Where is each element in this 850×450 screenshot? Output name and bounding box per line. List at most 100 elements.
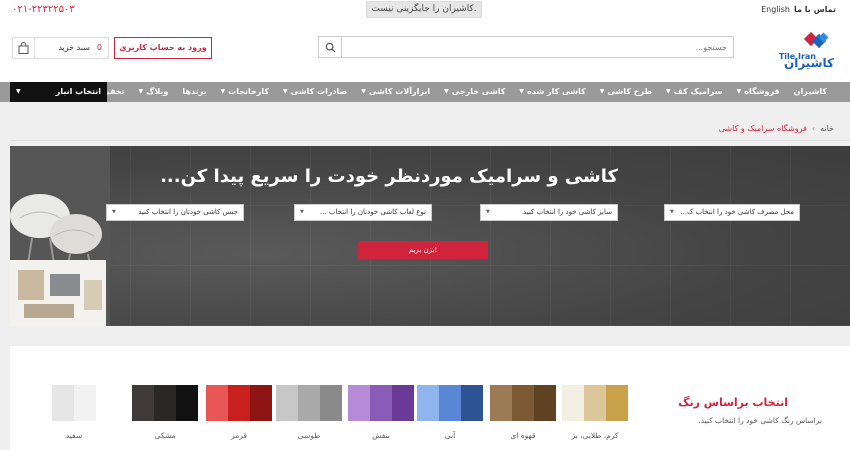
color-swatch[interactable]: سفید [52, 385, 96, 440]
color-swatch-label: مشکی [154, 431, 176, 440]
nav-item[interactable]: کارخانجات ▼ [214, 82, 276, 102]
glaze-select[interactable]: نوع لعاب کاشی خودتان را انتخاب ... ▼ [294, 204, 432, 221]
color-swatch-label: قهوه ای [510, 431, 536, 440]
contact-link[interactable]: تماس با ما [794, 5, 836, 14]
nav-item[interactable]: کاشی خارجی ▼ [437, 82, 512, 102]
material-select[interactable]: جنس کاشی خودتان را انتخاب کنید ▼ [106, 204, 244, 221]
color-chip [370, 385, 392, 421]
color-swatch-strip [562, 385, 628, 421]
color-chip [52, 385, 74, 421]
color-swatch-strip [52, 385, 96, 421]
color-chip [490, 385, 512, 421]
search-go-button[interactable]: بزن بریم! [358, 241, 488, 259]
chevron-down-icon: ▼ [112, 209, 116, 215]
nav-item-label: وبلاگ [146, 87, 169, 96]
chevron-down-icon: ▼ [670, 209, 674, 215]
search-input[interactable] [341, 37, 733, 57]
color-swatch-label: کرم، طلایی، بژ [571, 431, 619, 440]
usage-select-value: محل مصرف کاشی خود را انتخاب ک... [680, 208, 794, 216]
site-logo[interactable]: Tile Iran کاشیران [776, 32, 836, 72]
warehouse-label: انتخاب انبار [55, 87, 101, 96]
nav-item[interactable]: ابزارآلات کاشی ▼ [354, 82, 437, 102]
nav-item-label: برندها [182, 87, 207, 96]
divider [10, 140, 850, 141]
color-chip [132, 385, 154, 421]
color-chip [74, 385, 96, 421]
color-chip [298, 385, 320, 421]
hero-search-banner: کاشی و سرامیک موردنظر خودت را سریع پیدا … [10, 146, 850, 326]
chevron-down-icon: ▼ [361, 88, 366, 95]
glaze-select-value: نوع لعاب کاشی خودتان را انتخاب ... [319, 208, 426, 216]
search-button[interactable] [319, 37, 342, 57]
language-link[interactable]: English [761, 5, 790, 14]
header: Tile Iran کاشیران ورود به حساب کاربری سب… [0, 22, 850, 82]
color-chip [228, 385, 250, 421]
usage-select[interactable]: محل مصرف کاشی خود را انتخاب ک... ▼ [664, 204, 800, 221]
nav-item-label: صادرات کاشی [290, 87, 348, 96]
hero-heading: کاشی و سرامیک موردنظر خودت را سریع پیدا … [160, 166, 618, 187]
chevron-down-icon: ▼ [486, 209, 490, 215]
chevron-down-icon: ▼ [519, 88, 525, 95]
nav-item-label: کاشی خارجی [451, 87, 506, 96]
warehouse-select[interactable]: انتخاب انبار ▼ [10, 82, 107, 102]
color-swatch-strip [348, 385, 414, 421]
breadcrumb-separator: › [811, 124, 816, 133]
color-chip [392, 385, 414, 421]
color-swatch[interactable]: بنفش [348, 385, 414, 440]
color-swatch[interactable]: قهوه ای [490, 385, 556, 440]
breadcrumb-current[interactable]: فروشگاه سرامیک و کاشی [719, 124, 807, 133]
chevron-down-icon: ▼ [283, 88, 288, 95]
nav-item-label: سرامیک کف [673, 87, 723, 96]
nav-item[interactable]: وبلاگ ▼ [132, 82, 176, 102]
color-chip [584, 385, 606, 421]
color-swatch[interactable]: آبی [417, 385, 483, 440]
color-swatch-label: قرمز [231, 431, 247, 440]
breadcrumb-home[interactable]: خانه [820, 124, 834, 133]
nav-item[interactable]: فروشگاه ▼ [730, 82, 787, 102]
color-swatch-label: بنفش [372, 431, 390, 440]
logo-icon [803, 32, 829, 49]
search-box [318, 36, 734, 58]
nav-item-label: کاشیران [793, 87, 827, 96]
nav-item-label: فروشگاه [744, 87, 780, 96]
color-swatch-label: سفید [65, 431, 83, 440]
cart-button[interactable]: سبد خرید 0 [12, 37, 109, 59]
nav-item-label: طرح کاشی [607, 87, 652, 96]
color-swatch-strip [206, 385, 272, 421]
color-chip [206, 385, 228, 421]
login-button[interactable]: ورود به حساب کاربری [114, 37, 212, 59]
nav-item-label: کاشی کار شده [527, 87, 586, 96]
color-filter-title: انتخاب براساس رنگ [678, 396, 788, 409]
nav-item[interactable]: سرامیک کف ▼ [659, 82, 730, 102]
main-nav: کاشیران فروشگاه ▼ سرامیک کف ▼ طرح کاشی ▼ کاشی ک… [0, 82, 850, 102]
material-select-value: جنس کاشی خودتان را انتخاب کنید [138, 208, 238, 216]
color-swatch-strip [417, 385, 483, 421]
color-swatch[interactable]: مشکی [132, 385, 198, 440]
nav-item[interactable]: کاشیران [787, 82, 834, 102]
nav-item[interactable]: طرح کاشی ▼ [593, 82, 659, 102]
chevron-down-icon: ▼ [736, 88, 742, 95]
color-swatch-strip [276, 385, 342, 421]
color-chip [606, 385, 628, 421]
color-swatch[interactable]: قرمز [206, 385, 272, 440]
color-chip [154, 385, 176, 421]
nav-item[interactable]: صادرات کاشی ▼ [276, 82, 354, 102]
color-swatch[interactable]: کرم، طلایی، بژ [562, 385, 628, 440]
color-chip [461, 385, 483, 421]
chevron-down-icon: ▼ [666, 88, 671, 95]
color-chip [417, 385, 439, 421]
color-swatch[interactable]: طوسی [276, 385, 342, 440]
color-swatch-strip [490, 385, 556, 421]
nav-item[interactable]: برندها [175, 82, 213, 102]
shopping-bag-icon [13, 38, 35, 58]
logo-name: کاشیران [783, 56, 834, 70]
size-select[interactable]: سایز کاشی خود را انتخاب کنید ▼ [480, 204, 618, 221]
chevron-down-icon: ▼ [138, 88, 144, 95]
color-chip [320, 385, 342, 421]
nav-item[interactable]: کاشی کار شده ▼ [512, 82, 592, 102]
color-chip [512, 385, 534, 421]
nav-item-label: کارخانجات [228, 87, 270, 96]
color-filter-subtitle: براساس رنگ کاشی خود را انتخاب کنید. [698, 416, 822, 425]
phone-number[interactable]: ۰۲۱-۲۲۳۲۲۵۰۳ [12, 4, 75, 15]
color-swatch-label: آبی [444, 431, 456, 440]
